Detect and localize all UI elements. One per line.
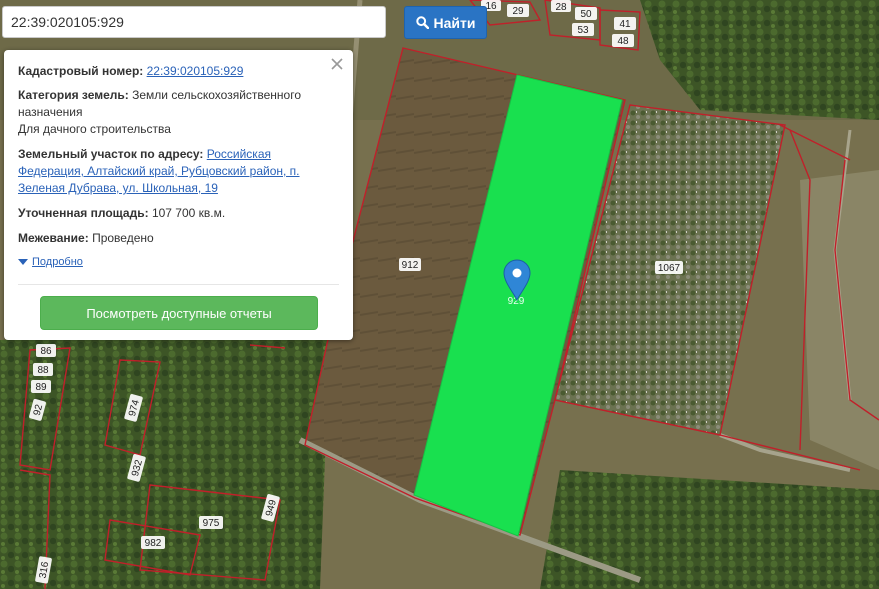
search-icon [415, 16, 429, 29]
svg-text:912: 912 [402, 260, 419, 271]
popup-divider [18, 284, 339, 285]
area-row: Уточненная площадь: 107 700 кв.м. [18, 205, 318, 222]
parcel-label-29: 29 [507, 4, 529, 17]
address-label: Земельный участок по адресу: [18, 147, 204, 161]
land-category-row: Категория земель: Земли сельскохозяйстве… [18, 87, 318, 138]
svg-text:48: 48 [617, 36, 629, 47]
svg-text:975: 975 [203, 518, 220, 529]
area-value: 107 700 кв.м. [151, 206, 226, 220]
land-category-label: Категория земель: [18, 88, 129, 102]
forest-area-south [540, 470, 879, 589]
survey-label: Межевание: [18, 231, 89, 245]
parcel-label-975: 975 [199, 516, 223, 529]
survey-value: Проведено [92, 231, 154, 245]
svg-text:50: 50 [580, 9, 592, 20]
survey-row: Межевание: Проведено [18, 230, 318, 247]
svg-text:28: 28 [555, 2, 567, 13]
land-use-value: Для дачного строительства [18, 122, 171, 136]
search-button-label: Найти [433, 14, 476, 31]
address-row: Земельный участок по адресу: Российская … [18, 146, 318, 197]
parcel-label-912: 912 [399, 258, 421, 271]
view-reports-button[interactable]: Посмотреть доступные отчеты [40, 296, 318, 330]
close-icon[interactable] [329, 56, 345, 72]
search-button[interactable]: Найти [404, 6, 487, 39]
svg-text:86: 86 [40, 346, 52, 357]
parcel-label-1067: 1067 [655, 261, 683, 274]
svg-text:16: 16 [485, 1, 497, 12]
parcel-label-48: 48 [612, 34, 634, 47]
cadastral-number-row: Кадастровый номер: 22:39:020105:929 [18, 63, 318, 80]
caret-down-icon [18, 259, 28, 265]
parcel-label-982: 982 [141, 536, 165, 549]
svg-text:1067: 1067 [658, 263, 681, 274]
parcel-label-41: 41 [614, 17, 636, 30]
svg-text:29: 29 [512, 6, 524, 17]
cadastral-number-link[interactable]: 22:39:020105:929 [147, 64, 244, 78]
cadastral-search-input[interactable] [2, 6, 386, 38]
parcel-label-28: 28 [551, 0, 571, 13]
svg-text:53: 53 [577, 25, 589, 36]
svg-text:982: 982 [145, 538, 162, 549]
svg-text:41: 41 [619, 19, 631, 30]
parcel-label-86: 86 [36, 344, 56, 357]
details-link[interactable]: Подробно [32, 256, 83, 268]
cadastral-number-label: Кадастровый номер: [18, 64, 144, 78]
details-toggle[interactable]: Подробно [18, 256, 83, 268]
parcel-info-popup: Кадастровый номер: 22:39:020105:929 Кате… [4, 50, 353, 340]
parcel-label-50: 50 [575, 7, 597, 20]
parcel-label-88: 88 [33, 363, 53, 376]
parcel-label-53: 53 [572, 23, 594, 36]
area-label: Уточненная площадь: [18, 206, 149, 220]
svg-text:89: 89 [35, 382, 47, 393]
parcel-label-89: 89 [31, 380, 51, 393]
svg-text:88: 88 [37, 365, 49, 376]
